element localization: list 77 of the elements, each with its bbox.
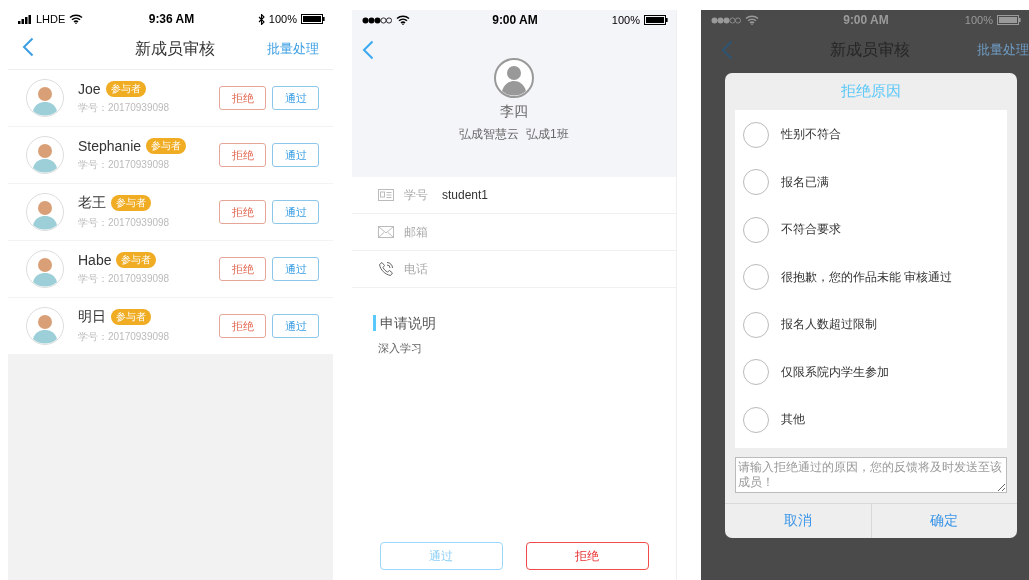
option-label: 报名已满: [781, 174, 829, 190]
role-badge: 参与者: [146, 138, 187, 154]
dialog-title: 拒绝原因: [840, 81, 902, 101]
reason-field[interactable]: 请输入拒绝通过的原因，您的反馈将及时发送至该成员！: [735, 456, 1007, 493]
student-number: 学号：20170939098: [78, 330, 171, 344]
student-number: 学号：20170939098: [78, 216, 171, 230]
envelope-icon: [378, 226, 394, 238]
status-time: 9:00 AM: [492, 13, 538, 27]
member-name: Joe: [78, 81, 101, 97]
option-label: 性别不符合: [781, 127, 841, 143]
bluetooth-icon: [257, 13, 265, 25]
status-time: 9:00 AM: [843, 13, 889, 27]
avatar-icon: [26, 307, 64, 345]
back-icon[interactable]: [362, 40, 374, 60]
approve-button[interactable]: 通过: [272, 314, 319, 338]
member-name: 老王: [78, 194, 106, 212]
wifi-icon: [69, 14, 84, 24]
avatar-icon: [26, 79, 64, 117]
member-name: Stephanie: [78, 138, 142, 154]
reject-button[interactable]: 拒绝: [219, 200, 266, 224]
screen-title: 新成员审核: [133, 38, 216, 59]
section-title: 申请说明: [373, 315, 676, 331]
avatar-icon: [26, 193, 64, 231]
avatar-icon: [26, 136, 64, 174]
signal-icon: [18, 14, 32, 24]
reject-button[interactable]: 拒绝: [219, 314, 266, 338]
member-name: 明日: [78, 308, 106, 326]
field-value: student1: [442, 188, 489, 202]
approve-button[interactable]: 通过: [272, 257, 319, 281]
battery-icon: [644, 15, 668, 25]
id-card-icon: [378, 189, 394, 201]
back-icon[interactable]: [22, 37, 34, 57]
student-number: 学号：20170939098: [78, 101, 171, 115]
approve-button[interactable]: 通过: [272, 143, 319, 167]
role-badge: 参与者: [111, 195, 151, 211]
member-name: 李四: [500, 103, 528, 121]
option-label: 报名人数超过限制: [781, 317, 877, 333]
organization-class: 弘成智慧云 弘成1班: [459, 126, 569, 143]
option-label: 不符合要求: [781, 222, 841, 238]
option-label: 其他: [781, 412, 805, 428]
avatar-icon: [494, 58, 534, 98]
approve-button[interactable]: 通过: [272, 200, 319, 224]
option-label: 很抱歉，您的作品未能 审核通过: [781, 269, 953, 285]
carrier-name: LHDE: [36, 13, 66, 25]
batch-process-link[interactable]: 批量处理: [267, 40, 319, 58]
role-badge: 参与者: [116, 252, 157, 268]
battery-percent: 100%: [964, 14, 993, 26]
student-number: 学号：20170939098: [78, 272, 171, 286]
reject-button[interactable]: 拒绝: [219, 86, 266, 110]
confirm-button[interactable]: 确定: [870, 503, 1017, 538]
battery-percent: 100%: [611, 14, 640, 26]
cancel-button[interactable]: 取消: [725, 503, 871, 538]
approve-button[interactable]: 通过: [272, 86, 319, 110]
approve-button[interactable]: 通过: [379, 542, 503, 570]
avatar-icon: [26, 250, 64, 288]
role-badge: 参与者: [111, 309, 151, 325]
signal-icon: [362, 16, 392, 24]
student-number: 学号：20170939098: [78, 158, 171, 172]
wifi-icon: [396, 15, 410, 25]
reject-button[interactable]: 拒绝: [219, 143, 266, 167]
field-label: 电话: [404, 260, 428, 278]
field-label: 邮箱: [404, 223, 428, 241]
wifi-icon: [745, 15, 759, 25]
battery-icon: [301, 14, 325, 24]
application-note: 深入学习: [378, 341, 423, 356]
option-label: 仅限系院内学生参加: [781, 364, 889, 380]
battery-percent: 100%: [268, 13, 297, 25]
field-label: 学号: [404, 186, 428, 204]
reject-button[interactable]: 拒绝: [525, 542, 649, 570]
role-badge: 参与者: [105, 81, 146, 97]
battery-icon: [997, 15, 1021, 25]
signal-icon: [711, 16, 741, 24]
status-time: 9:36 AM: [148, 12, 195, 26]
member-name: Habe: [78, 252, 112, 268]
batch-process-link[interactable]: 批量处理: [977, 41, 1029, 59]
reject-button[interactable]: 拒绝: [219, 257, 266, 281]
phone-icon: [378, 261, 394, 277]
